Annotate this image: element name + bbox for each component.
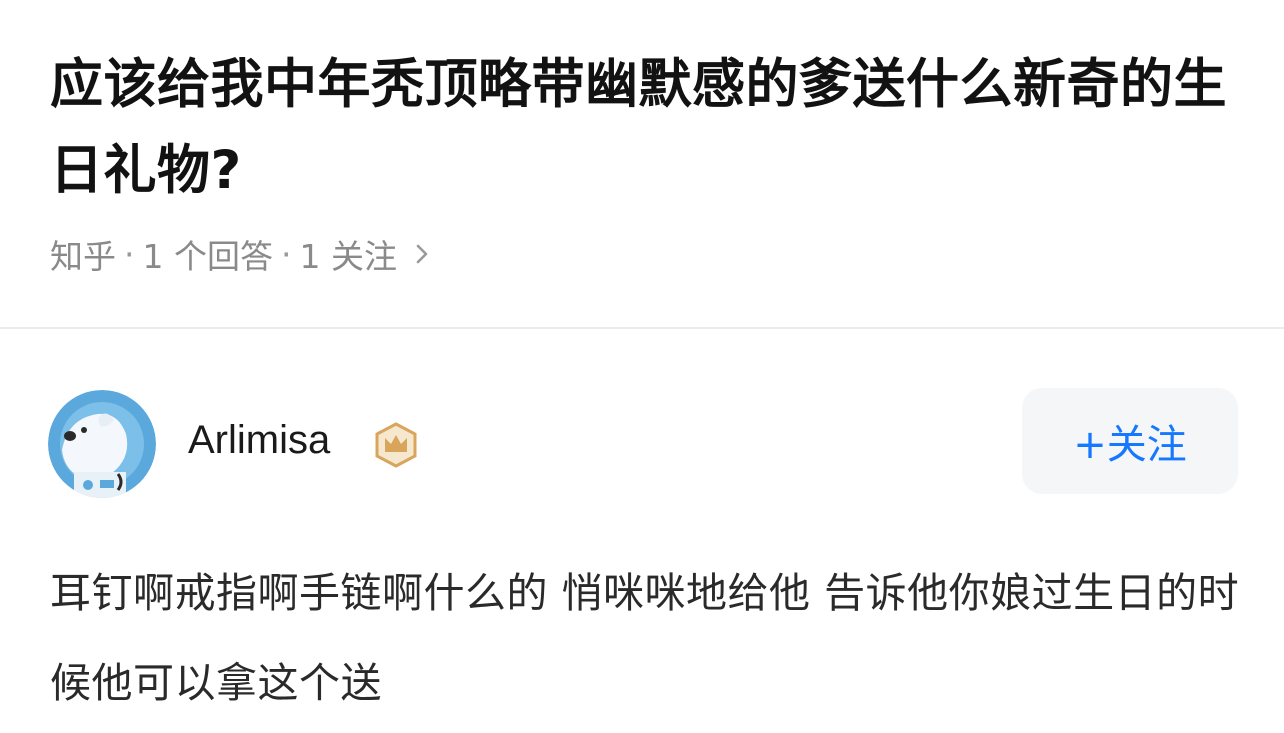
question-title[interactable]: 应该给我中年秃顶略带幽默感的爹送什么新奇的生日礼物? [50,42,1234,214]
answer-content[interactable]: 耳钉啊戒指啊手链啊什么的 悄咪咪地给他 告诉他你娘过生日的时候他可以拿这个送 [50,548,1240,728]
meta-separator: · [124,234,135,274]
divider [0,327,1284,329]
avatar[interactable] [48,390,156,498]
follow-button[interactable]: +关注 [1022,388,1238,494]
question-meta[interactable]: 知乎 · 1 个回答 · 1 关注 [50,230,1234,278]
source-label: 知乎 [50,237,116,276]
follower-count: 1 关注 [299,237,398,276]
question-header: 应该给我中年秃顶略带幽默感的爹送什么新奇的生日礼物? 知乎 · 1 个回答 · … [50,42,1234,278]
crown-badge-icon [373,422,419,468]
answer-text: 耳钉啊戒指啊手链啊什么的 悄咪咪地给他 告诉他你娘过生日的时候他可以拿这个送 [50,569,1240,707]
author-row: Arlimisa +关注 [48,388,1238,498]
author-name[interactable]: Arlimisa [188,418,330,463]
meta-separator: · [281,234,292,274]
chevron-right-icon[interactable] [409,241,435,267]
answer-count: 1 个回答 [142,237,274,276]
